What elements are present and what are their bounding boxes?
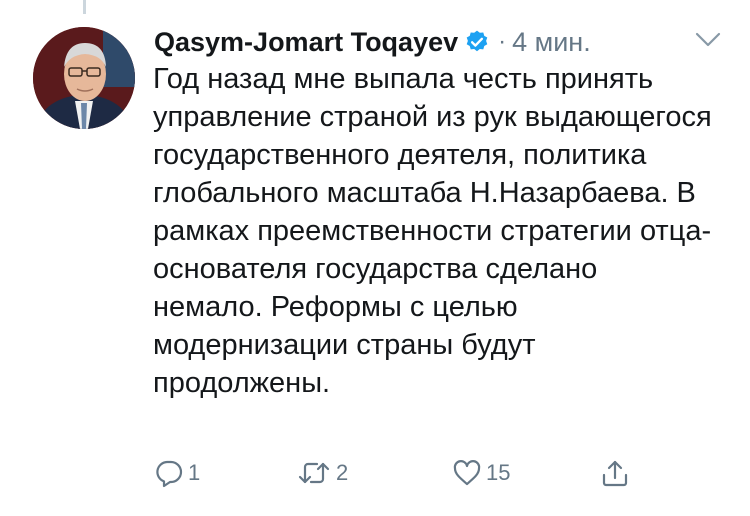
tweet-text: Год назад мне выпала честь принять управ…: [153, 63, 712, 399]
avatar[interactable]: [33, 27, 135, 129]
verified-badge-icon: [466, 30, 488, 52]
share-button[interactable]: [600, 458, 630, 488]
heart-icon: [453, 460, 481, 486]
thread-connector-line: [83, 0, 86, 14]
chevron-down-icon[interactable]: [694, 30, 722, 50]
tweet-header: Qasym-Jomart Toqayev · 4 мин.: [154, 24, 591, 60]
like-button[interactable]: 15: [452, 458, 510, 488]
reply-button[interactable]: 1: [154, 458, 200, 488]
timestamp[interactable]: 4 мин.: [512, 27, 591, 58]
retweet-icon: [298, 462, 330, 484]
author-name[interactable]: Qasym-Jomart Toqayev: [154, 27, 458, 58]
tweet-actions: 1 2 15: [0, 458, 750, 494]
separator-dot: ·: [498, 28, 507, 55]
like-count: 15: [486, 460, 511, 485]
reply-count: 1: [188, 460, 201, 485]
reply-icon: [156, 460, 183, 488]
retweet-count: 2: [336, 460, 349, 485]
share-icon: [602, 460, 628, 487]
retweet-button[interactable]: 2: [296, 458, 348, 488]
